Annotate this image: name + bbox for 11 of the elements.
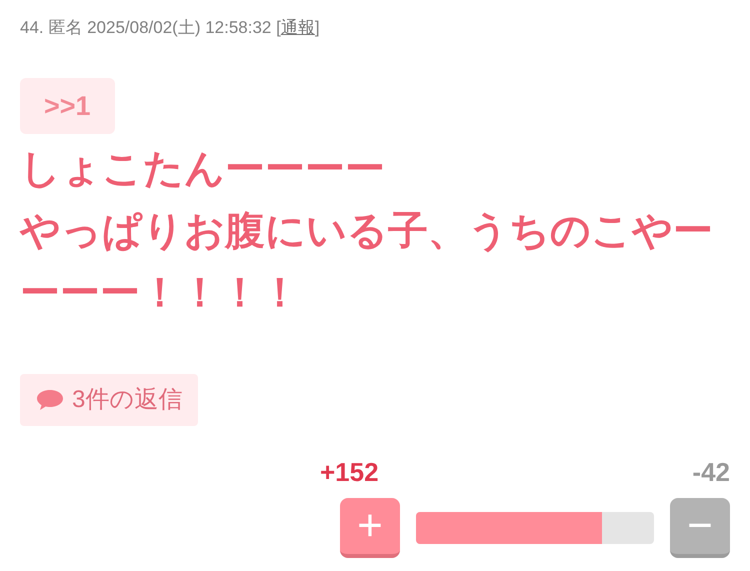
report-link[interactable]: 通報 [280,18,315,37]
speech-bubble-icon [36,388,64,412]
post-body-line: やっぱりお腹にいる子、うちのこやーーーー！！！！ [20,208,714,317]
post-header: 44. 匿名 2025/08/02(土) 12:58:32 [通報] [20,17,321,39]
upvote-count: +152 [320,456,379,488]
upvote-button[interactable]: + [340,498,400,558]
downvote-count: -42 [692,456,730,488]
anchor-link[interactable]: >>1 [20,78,115,134]
post-body-line: しょこたんーーーー [20,146,386,193]
replies-button[interactable]: 3件の返信 [20,374,198,426]
downvote-button[interactable]: − [670,498,730,558]
